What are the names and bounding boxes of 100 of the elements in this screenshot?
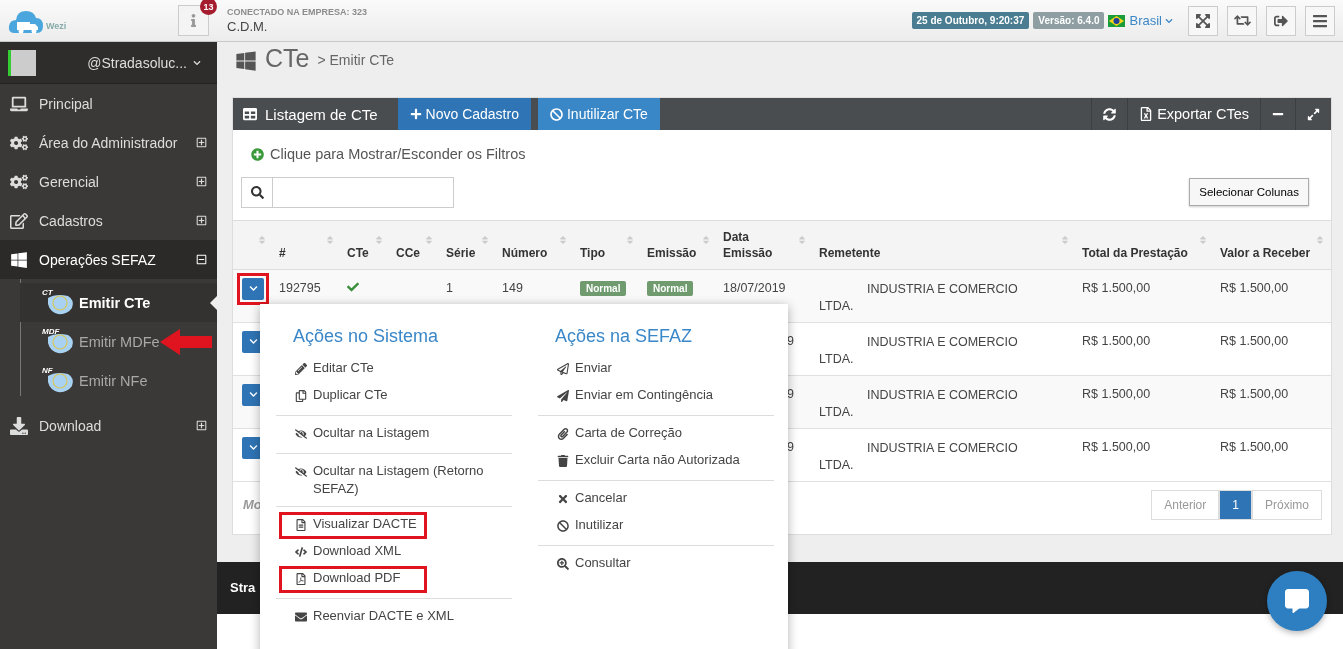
expand-icon[interactable]	[196, 215, 207, 226]
menu-item[interactable]: Carta de Correção	[541, 421, 774, 448]
chat-icon	[1285, 589, 1309, 613]
menu-item[interactable]: Visualizar DACTE	[279, 512, 427, 539]
table-cell-text: INDUSTRIA E COMERCIO LTDA.	[819, 439, 1019, 474]
panel-title: Listagem de CTe	[233, 105, 398, 123]
menu-item[interactable]: Cadastros	[0, 201, 217, 240]
logo-text: Wezi	[46, 20, 67, 31]
close-icon	[557, 493, 569, 505]
table-info: Mo	[243, 497, 262, 512]
table-cell-text: INDUSTRIA E COMERCIO LTDA.	[819, 333, 1019, 368]
company-label: CONECTADO NA EMPRESA: 323	[227, 7, 368, 17]
column-header[interactable]: #	[279, 244, 286, 261]
column-header[interactable]: CCe	[396, 244, 420, 261]
menu-button[interactable]	[1305, 5, 1335, 36]
menu-item[interactable]: Editar CTe	[279, 356, 512, 383]
table-cell: R$ 1.500,00	[1082, 333, 1151, 348]
menu-item[interactable]: Cancelar	[541, 486, 774, 513]
plus-icon	[409, 108, 422, 120]
menu-heading: Ações no Sistema	[292, 325, 440, 348]
menu-item[interactable]: Operações SEFAZ	[0, 240, 217, 279]
expand-icon[interactable]	[196, 176, 207, 187]
pencil-icon	[295, 363, 307, 375]
eye-slash-icon	[295, 466, 307, 478]
column-header[interactable]: CTe	[347, 244, 369, 261]
envelope-icon	[295, 611, 307, 623]
table-cell: R$ 1.500,00	[1220, 386, 1289, 401]
menu-item[interactable]: Download XML	[279, 539, 512, 566]
submenu-item[interactable]: NF Emitir NFe	[20, 361, 217, 400]
submenu-item[interactable]: CT Emitir CTe	[20, 283, 217, 322]
chevron-icon	[248, 337, 258, 346]
menu-item[interactable]: Área do Administrador	[0, 123, 217, 162]
table-cell: 149	[502, 280, 523, 295]
table-cell: 18/07/2019	[723, 280, 786, 295]
paper-plane-icon	[557, 390, 569, 402]
page-button[interactable]: 1	[1219, 489, 1252, 520]
menu-item[interactable]: Excluir Carta não Autorizada	[541, 448, 774, 475]
copy-icon	[295, 390, 307, 402]
menu-item[interactable]: Enviar	[541, 356, 774, 383]
zoom-icon	[557, 558, 569, 570]
ban-icon	[549, 107, 563, 121]
panel-button[interactable]: Novo Cadastro	[397, 98, 531, 130]
region-dropdown[interactable]: Brasil	[1129, 13, 1179, 28]
menu-item[interactable]: Download PDF	[279, 566, 427, 593]
select-columns-button[interactable]: Selecionar Colunas	[1189, 178, 1309, 206]
column-header[interactable]: Tipo	[580, 244, 606, 261]
fullscreen-button[interactable]	[1188, 5, 1218, 36]
logout-icon	[1274, 13, 1288, 28]
chevron-icon	[248, 443, 258, 452]
active-indicator-icon	[210, 296, 217, 310]
collapse-icon[interactable]	[196, 254, 207, 265]
menu-item[interactable]: Ocultar na Listagem	[279, 421, 512, 448]
menu-item[interactable]: Gerencial	[0, 162, 217, 201]
menu-item[interactable]: Enviar em Contingência	[541, 383, 774, 410]
table-cell-text: 9	[786, 333, 794, 348]
type-tag: Normal	[580, 280, 627, 296]
table-cell: R$ 1.500,00	[1082, 386, 1151, 401]
panel-button[interactable]: Inutilizar CTe	[537, 98, 660, 130]
expand-icon[interactable]	[196, 137, 207, 148]
table-cell: R$ 1.500,00	[1220, 333, 1289, 348]
expand-icon	[1307, 107, 1320, 121]
menu-heading: Ações na SEFAZ	[554, 325, 694, 348]
menu-icon	[1312, 12, 1328, 29]
table-cell-text: INDUSTRIA E COMERCIO LTDA.	[819, 386, 1019, 421]
menu-item[interactable]: Ocultar na Listagem (Retorno SEFAZ)	[279, 459, 512, 501]
expand-icon[interactable]	[196, 420, 207, 431]
table-cell-text: 9	[786, 439, 794, 454]
document-icon	[295, 519, 307, 531]
menu-item[interactable]: Principal	[0, 84, 217, 123]
menu-item[interactable]: Download	[0, 406, 217, 445]
column-header[interactable]: Remetente	[819, 244, 881, 261]
menu-item[interactable]: Inutilizar	[541, 513, 774, 540]
datetime-label: 25 de Outubro, 9:20:37	[911, 12, 1030, 29]
column-header[interactable]: Série	[446, 244, 476, 261]
filter-toggle-link[interactable]: Clique para Mostrar/Esconder os Filtros	[251, 146, 526, 162]
menu-item[interactable]: Duplicar CTe	[279, 383, 512, 410]
menu-item[interactable]: Reenviar DACTE e XML	[279, 604, 512, 631]
search-field[interactable]	[241, 176, 454, 208]
table-cell: R$ 1.500,00	[1082, 439, 1151, 454]
submenu-item[interactable]: MDF Emitir MDFe	[20, 322, 217, 361]
export-button[interactable]: Exportar CTes	[1127, 98, 1260, 130]
code-icon	[295, 546, 307, 558]
emission-tag: Normal	[647, 280, 694, 296]
gears-icon	[10, 133, 28, 152]
table-icon	[243, 107, 257, 121]
windows-icon	[235, 50, 257, 72]
version-label: Versão: 6.4.0	[1033, 12, 1105, 29]
table-cell: R$ 1.500,00	[1220, 439, 1289, 454]
ban-icon	[557, 520, 569, 532]
laptop-icon	[10, 94, 28, 113]
logout-button[interactable]	[1266, 5, 1296, 36]
company-name: C.D.M.	[227, 19, 269, 34]
footer-text: Stra	[230, 580, 256, 595]
chevron-icon	[248, 390, 258, 399]
table-cell-text: INDUSTRIA E COMERCIO LTDA.	[819, 280, 1019, 315]
switch-button[interactable]	[1227, 5, 1257, 36]
fullscreen-icon	[1195, 12, 1211, 29]
menu-item[interactable]: Consultar	[541, 551, 774, 578]
flag-icon	[1108, 14, 1126, 27]
search-icon	[250, 185, 264, 199]
